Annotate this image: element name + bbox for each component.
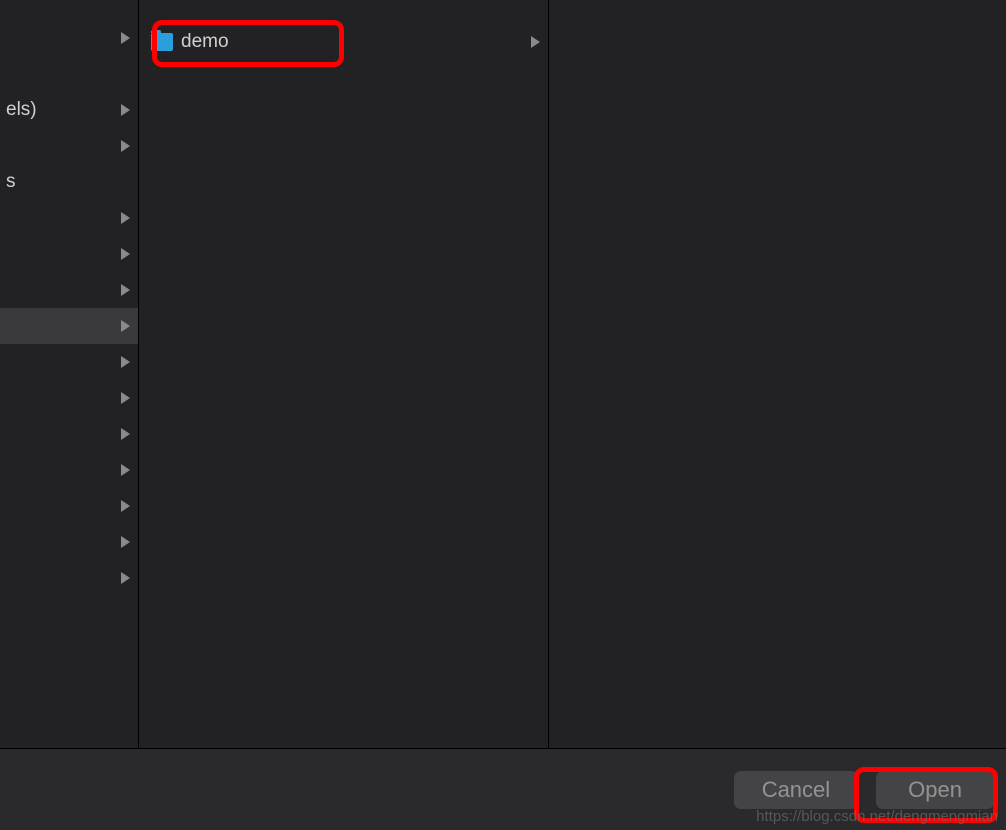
list-item[interactable] xyxy=(0,236,138,272)
folder-icon xyxy=(151,33,173,51)
open-button[interactable]: Open xyxy=(876,771,994,809)
chevron-right-icon xyxy=(121,248,130,260)
cancel-button[interactable]: Cancel xyxy=(734,771,858,809)
list-item[interactable] xyxy=(0,560,138,596)
chevron-right-icon xyxy=(121,356,130,368)
list-item[interactable] xyxy=(0,488,138,524)
list-item[interactable]: s xyxy=(0,164,138,200)
chevron-right-icon xyxy=(121,536,130,548)
column-3 xyxy=(549,0,1006,748)
chevron-right-icon xyxy=(121,428,130,440)
list-item[interactable]: els) xyxy=(0,92,138,128)
chevron-right-icon xyxy=(121,320,130,332)
list-item[interactable] xyxy=(0,416,138,452)
list-item[interactable] xyxy=(0,452,138,488)
list-item[interactable] xyxy=(0,524,138,560)
column-2: demo xyxy=(139,0,549,748)
chevron-right-icon xyxy=(121,500,130,512)
chevron-right-icon xyxy=(121,140,130,152)
watermark-text: https://blog.csdn.net/dengmengmian xyxy=(756,808,998,825)
column-2-items: demo xyxy=(139,0,548,60)
chevron-right-icon xyxy=(121,284,130,296)
list-item[interactable] xyxy=(0,20,138,56)
list-item-selected[interactable] xyxy=(0,308,138,344)
chevron-right-icon xyxy=(121,392,130,404)
chevron-right-icon xyxy=(121,464,130,476)
list-item-demo[interactable]: demo xyxy=(139,24,548,60)
chevron-right-icon xyxy=(121,32,130,44)
chevron-right-icon xyxy=(121,212,130,224)
list-item[interactable] xyxy=(0,128,138,164)
chevron-right-icon xyxy=(531,36,540,48)
column-1-items: els) s xyxy=(0,0,138,596)
list-item[interactable] xyxy=(0,56,138,92)
chevron-right-icon xyxy=(121,104,130,116)
item-label: els) xyxy=(6,99,121,121)
item-label: s xyxy=(6,171,138,193)
column-1: els) s xyxy=(0,0,139,748)
list-item[interactable] xyxy=(0,344,138,380)
list-item[interactable] xyxy=(0,200,138,236)
list-item[interactable] xyxy=(0,380,138,416)
item-label: demo xyxy=(181,31,531,53)
file-browser-columns: els) s xyxy=(0,0,1006,748)
chevron-right-icon xyxy=(121,572,130,584)
list-item[interactable] xyxy=(0,272,138,308)
